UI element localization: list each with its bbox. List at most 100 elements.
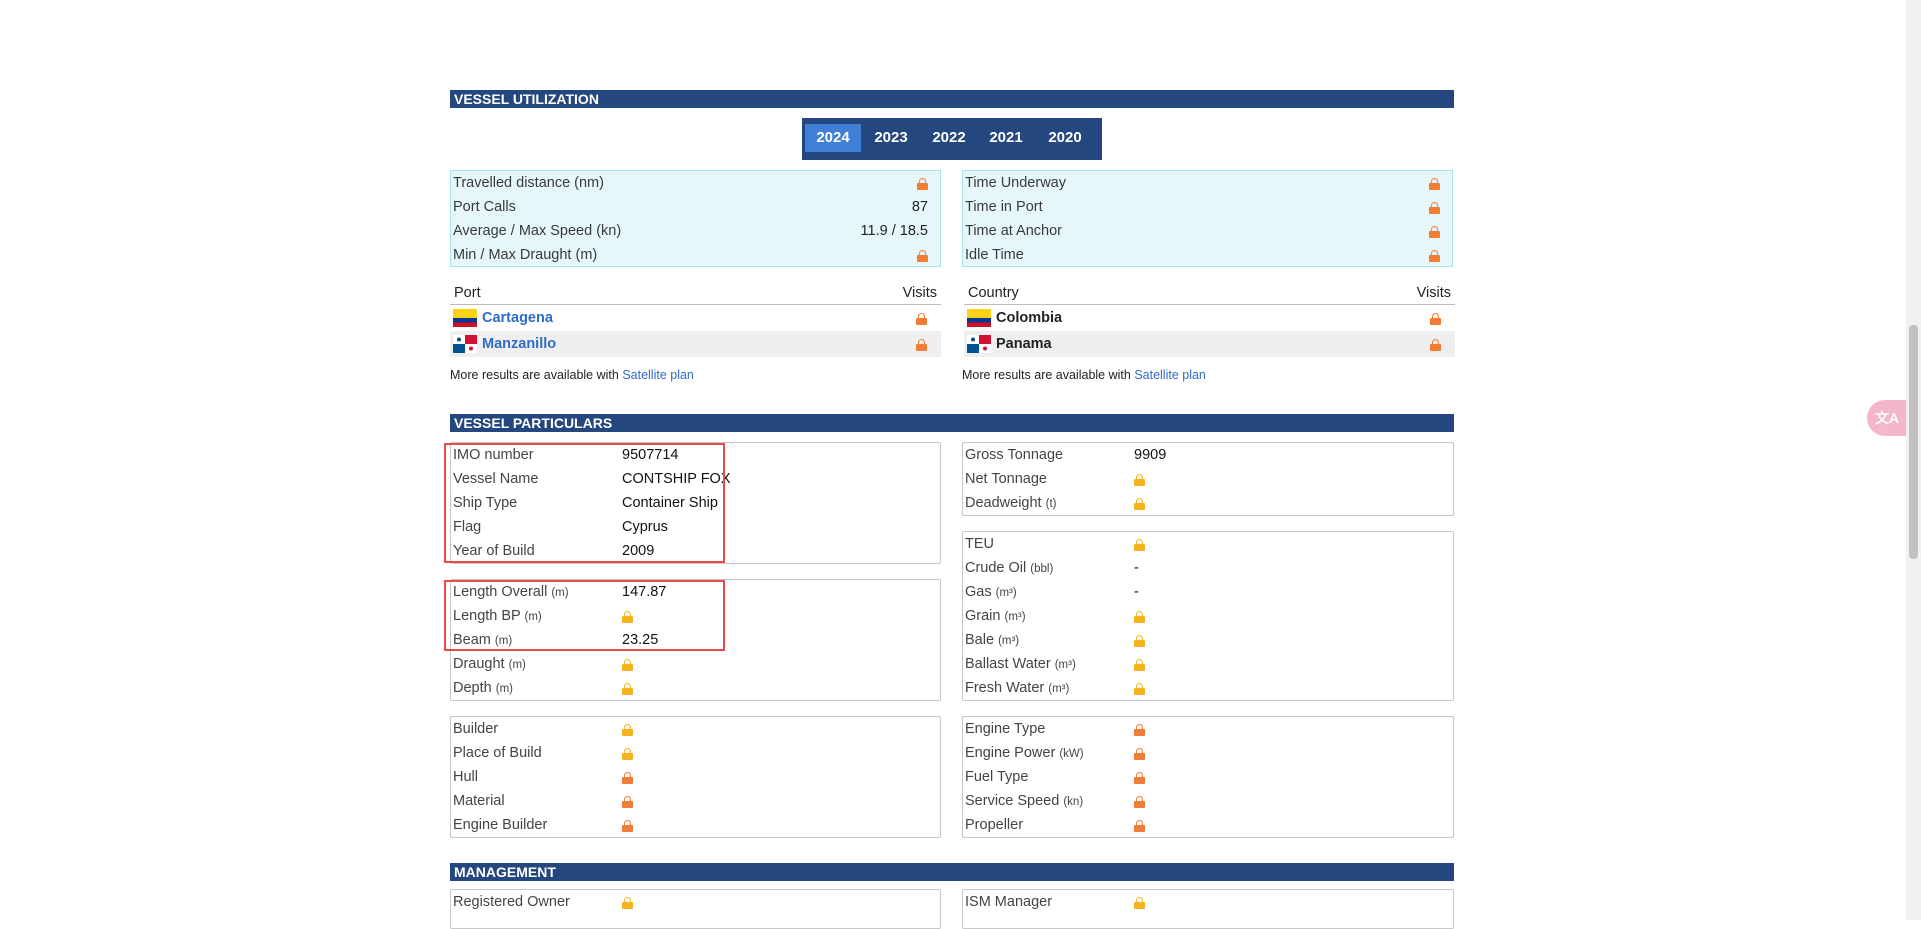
particular-row: Crude Oil (bbl) - <box>965 556 1445 580</box>
table-row: Panama <box>964 331 1455 357</box>
more-results-port: More results are available with Satellit… <box>450 368 694 382</box>
more-results-text: More results are available with <box>450 368 619 382</box>
label-text: Engine Power <box>965 745 1056 761</box>
particular-value: 9507714 <box>622 447 679 463</box>
tab-2020[interactable]: 2020 <box>1037 124 1093 152</box>
particular-label: Engine Power (kW) <box>965 745 1084 761</box>
colombia-flag-icon <box>967 309 991 327</box>
particular-row: Hull <box>453 765 933 789</box>
particular-label: Bale (m³) <box>965 632 1019 648</box>
more-results-text: More results are available with <box>962 368 1131 382</box>
particular-lock <box>1134 604 1145 628</box>
particular-value: 23.25 <box>622 632 659 648</box>
stat-lock <box>1429 195 1440 219</box>
particular-label: Place of Build <box>453 745 542 761</box>
stat-label: Time at Anchor <box>965 223 1062 239</box>
colombia-flag-icon <box>453 309 477 327</box>
lock-icon <box>1134 896 1145 909</box>
particular-label: TEU <box>965 536 994 552</box>
particular-lock <box>622 890 633 914</box>
particular-row: Grain (m³) <box>965 604 1445 628</box>
label-text: Fresh Water <box>965 680 1045 696</box>
tab-2022[interactable]: 2022 <box>921 124 977 152</box>
scrollbar-thumb[interactable] <box>1909 325 1918 559</box>
particular-row: Net Tonnage <box>965 467 1445 491</box>
label-text: Deadweight <box>965 495 1042 511</box>
particular-row: Vessel Name CONTSHIP FOX <box>453 467 933 491</box>
port-link[interactable]: Manzanillo <box>482 331 556 357</box>
lock-icon <box>1134 723 1145 736</box>
particular-lock <box>1134 890 1145 914</box>
tab-2023[interactable]: 2023 <box>863 124 919 152</box>
particular-row: Ballast Water (m³) <box>965 652 1445 676</box>
label-text: Beam <box>453 632 491 648</box>
particular-lock <box>1134 813 1145 837</box>
particular-row: Draught (m) <box>453 652 933 676</box>
particular-row: Ship Type Container Ship <box>453 491 933 515</box>
visits-lock <box>916 331 927 357</box>
unit-text: (m) <box>495 683 513 695</box>
visits-lock <box>916 305 927 331</box>
particular-label: Service Speed (kn) <box>965 793 1083 809</box>
particular-row: Year of Build 2009 <box>453 539 933 563</box>
unit-text: (m) <box>508 659 526 671</box>
particular-label: Length BP (m) <box>453 608 542 624</box>
particular-row: Material <box>453 789 933 813</box>
particular-row: Service Speed (kn) <box>965 789 1445 813</box>
particular-value: 2009 <box>622 543 655 559</box>
lock-icon <box>622 682 633 695</box>
stat-value: 87 <box>911 199 928 215</box>
visits-lock <box>1430 331 1441 357</box>
particular-row: TEU <box>965 532 1445 556</box>
vertical-scrollbar[interactable] <box>1906 0 1921 920</box>
particular-label: Length Overall (m) <box>453 584 569 600</box>
lock-icon <box>622 896 633 909</box>
particular-lock <box>1134 741 1145 765</box>
stat-row: Idle Time <box>965 243 1442 267</box>
unit-text: (kW) <box>1059 748 1084 760</box>
stat-label: Min / Max Draught (m) <box>453 247 598 263</box>
particular-row: Length BP (m) <box>453 604 933 628</box>
unit-text: (m) <box>494 635 513 647</box>
particular-row: Builder <box>453 717 933 741</box>
particular-value: 9909 <box>1134 447 1167 463</box>
particular-lock <box>1134 467 1145 491</box>
particular-lock <box>622 741 633 765</box>
translate-icon[interactable]: 文A <box>1867 400 1907 436</box>
particular-lock <box>622 676 633 700</box>
country-visits-table: Country Visits Colombia Panama <box>964 282 1455 357</box>
satellite-plan-link[interactable]: Satellite plan <box>622 368 694 382</box>
utilization-stats-left: Travelled distance (nm) Port Calls 87 Ave… <box>450 170 941 267</box>
build-box: Builder Place of Build Hull Material Eng… <box>450 716 941 838</box>
port-link[interactable]: Cartagena <box>482 305 553 331</box>
particular-row: Length Overall (m) 147.87 <box>453 580 933 604</box>
lock-icon <box>917 177 928 190</box>
management-header: MANAGEMENT <box>450 863 1454 881</box>
particular-lock <box>1134 765 1145 789</box>
tab-2024[interactable]: 2024 <box>805 124 861 152</box>
particular-label: Hull <box>453 769 478 785</box>
particular-label: Fuel Type <box>965 769 1029 785</box>
particular-value: 147.87 <box>622 584 667 600</box>
stat-label: Port Calls <box>453 199 516 215</box>
particular-row: Propeller <box>965 813 1445 837</box>
particular-label: Ballast Water (m³) <box>965 656 1076 672</box>
particular-lock <box>1134 789 1145 813</box>
stat-row: Min / Max Draught (m) <box>453 243 930 267</box>
tab-2021[interactable]: 2021 <box>978 124 1034 152</box>
lock-icon <box>622 819 633 832</box>
lock-icon <box>1134 795 1145 808</box>
country-column-header: Country <box>968 285 1019 301</box>
utilization-stats-right: Time Underway Time in Port Time at Ancho… <box>962 170 1453 267</box>
particular-lock <box>622 765 633 789</box>
stat-lock <box>1429 243 1440 267</box>
particular-row: ISM Manager <box>965 890 1445 914</box>
identity-box: IMO number 9507714 Vessel Name CONTSHIP FO… <box>450 442 941 564</box>
unit-text: (m³) <box>1048 683 1070 695</box>
satellite-plan-link[interactable]: Satellite plan <box>1134 368 1206 382</box>
utilization-header: VESSEL UTILIZATION <box>450 90 1454 108</box>
lock-icon <box>1430 312 1441 325</box>
lock-icon <box>1430 338 1441 351</box>
label-text: Length Overall <box>453 584 548 600</box>
lock-icon <box>622 795 633 808</box>
